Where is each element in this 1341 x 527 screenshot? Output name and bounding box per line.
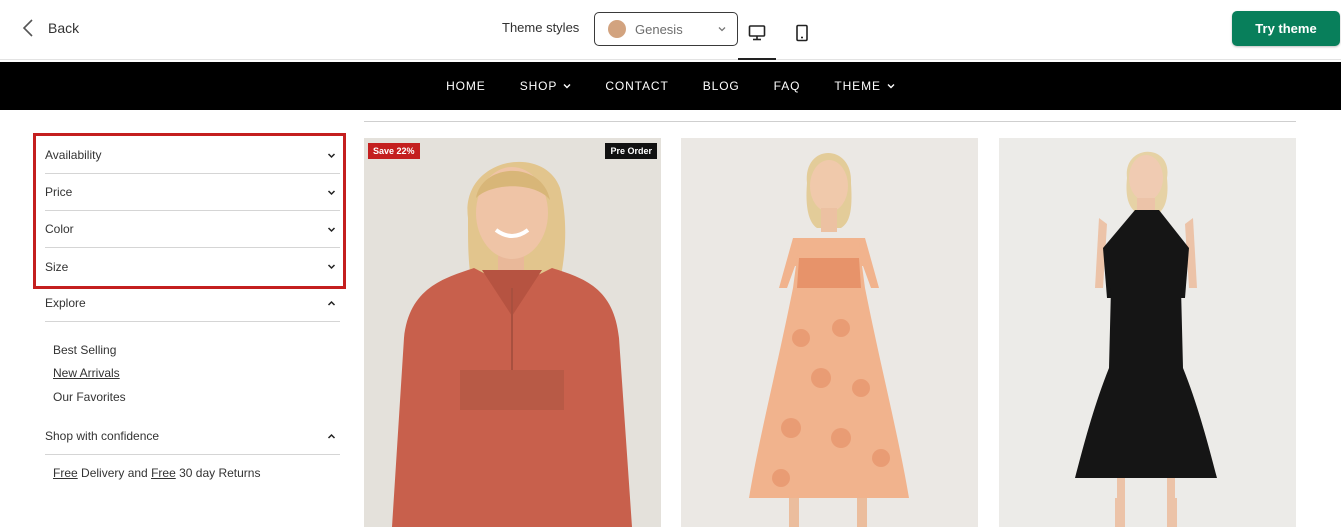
nav-label: SHOP: [519, 79, 558, 93]
back-button[interactable]: Back: [22, 18, 79, 38]
preorder-badge: Pre Order: [605, 143, 657, 159]
filter-color[interactable]: Color: [45, 211, 340, 248]
desktop-view-button[interactable]: [738, 14, 776, 60]
product-card[interactable]: [999, 138, 1296, 527]
chevron-down-icon: [563, 84, 571, 89]
nav-label: HOME: [446, 79, 486, 93]
nav-item-contact[interactable]: CONTACT: [605, 79, 668, 93]
chevron-up-icon: [327, 300, 336, 306]
chevron-up-icon: [327, 433, 336, 439]
confidence-text: Free Delivery and Free 30 day Returns: [53, 466, 260, 480]
confidence-text-1: Delivery and: [77, 466, 152, 480]
try-theme-button[interactable]: Try theme: [1232, 11, 1340, 46]
product-image: [681, 138, 978, 527]
explore-label: Explore: [45, 296, 86, 310]
theme-styles-label: Theme styles: [502, 20, 580, 35]
explore-link-our-favorites[interactable]: Our Favorites: [53, 390, 126, 404]
back-label: Back: [48, 20, 80, 36]
nav-item-shop[interactable]: SHOP: [520, 79, 572, 93]
explore-section-toggle[interactable]: Explore: [45, 285, 340, 322]
filter-availability[interactable]: Availability: [45, 137, 340, 174]
product-image: [364, 138, 661, 527]
theme-color-swatch: [608, 20, 626, 38]
free-delivery-link[interactable]: Free: [53, 466, 78, 480]
filter-label: Price: [45, 185, 73, 199]
mobile-view-button[interactable]: [783, 14, 821, 60]
explore-link-new-arrivals[interactable]: New Arrivals: [53, 366, 120, 380]
filter-size[interactable]: Size: [45, 248, 340, 285]
filter-label: Size: [45, 259, 69, 274]
content-divider: [364, 121, 1296, 122]
nav-item-theme[interactable]: THEME: [834, 79, 895, 93]
chevron-down-icon: [327, 264, 336, 270]
filter-label: Availability: [45, 148, 102, 162]
mobile-icon: [796, 24, 808, 42]
explore-link-best-selling[interactable]: Best Selling: [53, 343, 116, 357]
chevron-left-icon: [22, 19, 33, 37]
nav-label: THEME: [834, 79, 881, 93]
free-returns-link[interactable]: Free: [151, 466, 176, 480]
store-nav-bar: HOME SHOP CONTACT BLOG FAQ THEME: [0, 62, 1341, 110]
theme-style-select[interactable]: Genesis: [594, 12, 738, 46]
theme-select-value: Genesis: [635, 21, 683, 37]
confidence-label: Shop with confidence: [45, 429, 160, 443]
confidence-text-2: 30 day Returns: [175, 466, 261, 480]
nav-label: CONTACT: [605, 79, 669, 93]
nav-item-blog[interactable]: BLOG: [703, 79, 740, 93]
nav-item-home[interactable]: HOME: [446, 79, 486, 93]
nav-label: BLOG: [702, 79, 740, 93]
chevron-down-icon: [327, 226, 336, 232]
chevron-down-icon: [718, 27, 726, 32]
filter-price[interactable]: Price: [45, 174, 340, 211]
editor-topbar: Back Theme styles Genesis Try theme: [0, 0, 1341, 60]
chevron-down-icon: [327, 152, 336, 158]
nav-item-faq[interactable]: FAQ: [774, 79, 801, 93]
product-card[interactable]: Save 22% Pre Order: [364, 138, 661, 527]
product-image: [999, 138, 1296, 527]
product-card[interactable]: [681, 138, 978, 527]
chevron-down-icon: [887, 84, 895, 89]
confidence-section-toggle[interactable]: Shop with confidence: [45, 418, 340, 455]
chevron-down-icon: [327, 189, 336, 195]
nav-label: FAQ: [773, 79, 801, 93]
desktop-icon: [748, 25, 766, 41]
sale-badge: Save 22%: [368, 143, 420, 159]
filter-label: Color: [45, 222, 74, 236]
